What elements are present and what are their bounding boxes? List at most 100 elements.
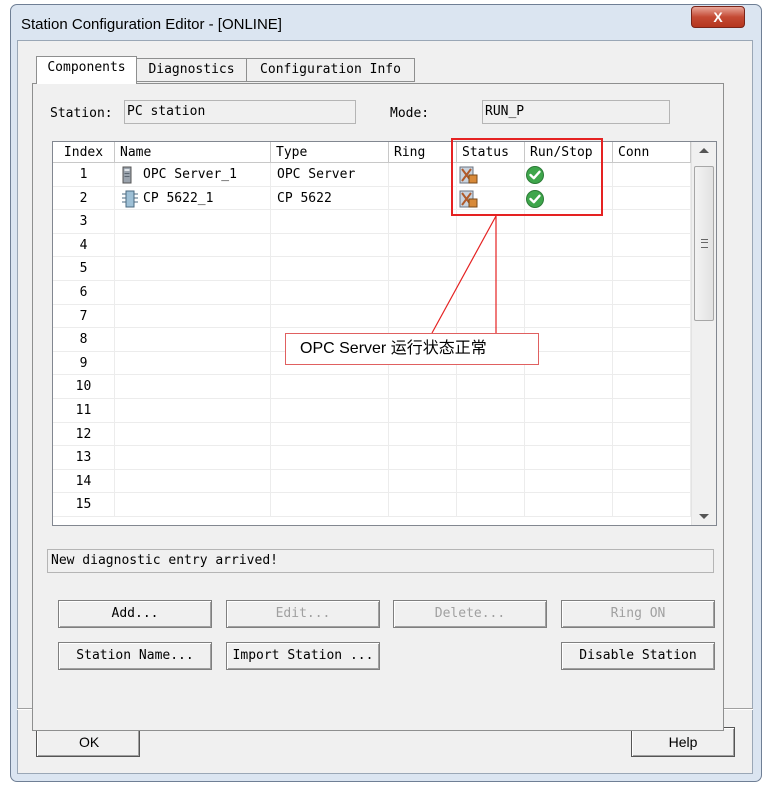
title-bar[interactable]: Station Configuration Editor - [ONLINE] … (11, 5, 761, 41)
table-row[interactable]: 6 (53, 281, 691, 305)
cell-index: 14 (53, 469, 115, 494)
import-station-button[interactable]: Import Station ... (226, 642, 380, 670)
vertical-scrollbar[interactable] (691, 142, 716, 525)
cell-ring (389, 210, 457, 234)
cell-conn (613, 281, 691, 305)
cell-index: 7 (53, 304, 115, 329)
cell-name (115, 422, 271, 447)
cell-ring (389, 257, 457, 281)
close-button[interactable]: X (691, 6, 745, 28)
disable-station-button[interactable]: Disable Station (561, 642, 715, 670)
cell-conn (613, 210, 691, 234)
header-col-ring[interactable]: Ring (389, 142, 457, 163)
table-row[interactable]: 12 (53, 422, 691, 447)
cell-ring (389, 281, 457, 305)
table-row[interactable]: 7 (53, 304, 691, 329)
table-row[interactable]: 4 (53, 233, 691, 258)
delete-button[interactable]: Delete... (393, 600, 547, 628)
cell-name (115, 375, 271, 399)
cell-run-stop (525, 493, 613, 517)
cell-ring (389, 233, 457, 258)
ring-on-button[interactable]: Ring ON (561, 600, 715, 628)
scroll-down-arrow-icon[interactable] (699, 514, 709, 519)
header-col-conn[interactable]: Conn (613, 142, 691, 163)
header-col-index[interactable]: Index (53, 142, 115, 163)
cell-type (271, 422, 389, 447)
cell-run-stop (525, 257, 613, 281)
cell-type (271, 375, 389, 399)
cell-status (457, 446, 525, 470)
header-col-type[interactable]: Type (271, 142, 389, 163)
cell-conn (613, 422, 691, 447)
mode-field: RUN_P (482, 100, 670, 124)
cell-index: 5 (53, 257, 115, 281)
cell-conn (613, 163, 691, 187)
cell-type (271, 469, 389, 494)
scrollbar-thumb[interactable] (694, 166, 714, 321)
cell-status (457, 493, 525, 517)
cell-ring (389, 304, 457, 329)
cell-conn (613, 304, 691, 329)
add-button[interactable]: Add... (58, 600, 212, 628)
cell-conn (613, 257, 691, 281)
ok-button[interactable]: OK (36, 727, 140, 757)
cell-name (115, 233, 271, 258)
cell-type (271, 257, 389, 281)
cell-name (115, 351, 271, 376)
tab-configuration-info[interactable]: Configuration Info (247, 58, 415, 82)
cell-type: OPC Server (271, 163, 389, 187)
cell-conn (613, 469, 691, 494)
cell-type (271, 446, 389, 470)
cell-ring (389, 399, 457, 423)
cell-ring (389, 493, 457, 517)
cell-type (271, 281, 389, 305)
scroll-up-arrow-icon[interactable] (699, 148, 709, 153)
cell-type (271, 399, 389, 423)
cell-type: CP 5622 (271, 186, 389, 211)
table-row[interactable]: 14 (53, 469, 691, 494)
cell-status (457, 399, 525, 423)
header-col-name[interactable]: Name (115, 142, 271, 163)
tab-components[interactable]: Components (36, 56, 137, 84)
station-name-button[interactable]: Station Name... (58, 642, 212, 670)
cell-name (115, 446, 271, 470)
cell-type (271, 304, 389, 329)
cell-ring (389, 469, 457, 494)
cell-index: 4 (53, 233, 115, 258)
cell-name (115, 493, 271, 517)
cell-type (271, 210, 389, 234)
cell-name (115, 210, 271, 234)
cell-run-stop (525, 446, 613, 470)
status-highlight-box (451, 138, 603, 216)
cell-index: 3 (53, 210, 115, 234)
cell-status (457, 281, 525, 305)
component-type: CP 5622 (277, 190, 332, 206)
table-row[interactable]: 11 (53, 399, 691, 423)
cell-name: CP 5622_1 (115, 186, 271, 211)
cell-run-stop (525, 422, 613, 447)
help-button[interactable]: Help (631, 727, 735, 757)
cell-ring (389, 375, 457, 399)
table-row[interactable]: 13 (53, 446, 691, 470)
cell-ring (389, 186, 457, 211)
cell-status (457, 375, 525, 399)
edit-button[interactable]: Edit... (226, 600, 380, 628)
cell-ring (389, 422, 457, 447)
table-row[interactable]: 15 (53, 493, 691, 517)
cell-conn (613, 375, 691, 399)
table-row[interactable]: 10 (53, 375, 691, 399)
cell-ring (389, 163, 457, 187)
cell-status (457, 422, 525, 447)
cell-status (457, 257, 525, 281)
cell-index: 10 (53, 375, 115, 399)
cell-status (457, 304, 525, 329)
tab-diagnostics[interactable]: Diagnostics (137, 58, 247, 82)
table-row[interactable]: 5 (53, 257, 691, 281)
cell-index: 1 (53, 163, 115, 187)
component-name: OPC Server_1 (143, 167, 237, 182)
cell-run-stop (525, 281, 613, 305)
cell-conn (613, 186, 691, 211)
cell-name: OPC Server_1 (115, 163, 271, 187)
cell-index: 6 (53, 281, 115, 305)
component-type: OPC Server (277, 167, 356, 182)
